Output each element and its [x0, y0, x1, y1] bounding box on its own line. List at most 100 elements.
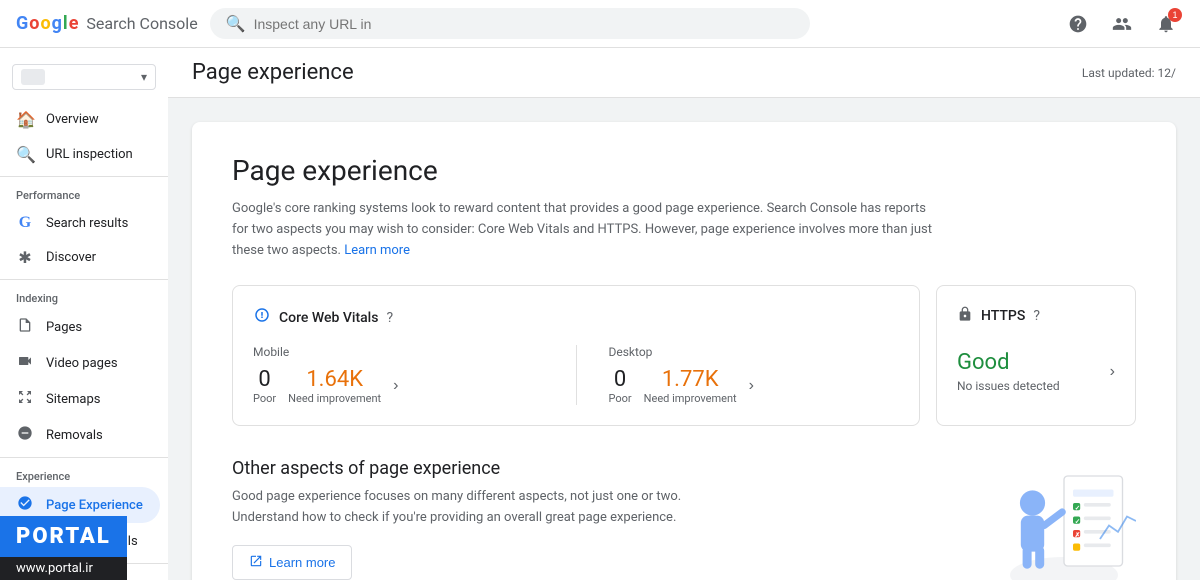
- cwv-icon: [253, 306, 271, 329]
- property-color-icon: [21, 69, 45, 85]
- desktop-values: 0 Poor 1.77K Need improvement ›: [609, 367, 900, 405]
- search-input[interactable]: [254, 16, 794, 32]
- logo-area: Google Search Console: [16, 13, 198, 34]
- mobile-metric: Mobile 0 Poor 1.64K Need improvement: [253, 345, 544, 405]
- sparkle-icon: ✱: [16, 248, 34, 267]
- main-card-description: Google's core ranking systems look to re…: [232, 199, 932, 261]
- other-learn-more-button[interactable]: Learn more: [232, 545, 352, 580]
- https-card: HTTPS ? Good No issues detected ›: [936, 285, 1136, 426]
- sidebar-label-search-results: Search results: [46, 216, 128, 231]
- external-link-icon: [249, 554, 263, 571]
- sidebar-item-discover[interactable]: ✱ Discover: [0, 240, 160, 275]
- https-arrow-button[interactable]: ›: [1110, 363, 1115, 381]
- topbar-actions: 1: [1060, 6, 1184, 42]
- desktop-poor-val: 0 Poor: [609, 367, 632, 405]
- sidebar-item-search-results[interactable]: G Search results: [0, 206, 160, 240]
- sidebar-item-sitemaps[interactable]: Sitemaps: [0, 381, 160, 417]
- property-selector[interactable]: ▾: [12, 64, 156, 90]
- search-bar[interactable]: 🔍: [210, 8, 810, 39]
- cwv-card-header: Core Web Vitals ?: [253, 306, 899, 329]
- profile-button[interactable]: [1104, 6, 1140, 42]
- desktop-need-tag: Need improvement: [644, 392, 737, 405]
- sidebar-divider-1: [0, 176, 168, 177]
- sidebar-label-removals: Removals: [46, 428, 103, 443]
- https-status-row: Good No issues detected ›: [957, 350, 1115, 393]
- page-experience-icon: [16, 495, 34, 515]
- cwv-title: Core Web Vitals: [279, 310, 378, 326]
- removals-icon: [16, 425, 34, 445]
- home-icon: 🏠: [16, 110, 34, 129]
- content-body: Page experience Google's core ranking sy…: [168, 98, 1200, 580]
- main-card-desc-text: Google's core ranking systems look to re…: [232, 201, 932, 258]
- desktop-arrow-button[interactable]: ›: [749, 377, 754, 395]
- sidebar-divider-2: [0, 279, 168, 280]
- https-title: HTTPS: [981, 308, 1025, 324]
- portal-badge: PORTAL: [0, 516, 127, 557]
- sidebar-item-overview[interactable]: 🏠 Overview: [0, 102, 160, 137]
- google-logo: Google: [16, 13, 78, 34]
- notification-badge: 1: [1168, 8, 1182, 22]
- main-card: Page experience Google's core ranking sy…: [192, 122, 1176, 580]
- sidebar-item-url-inspection[interactable]: 🔍 URL inspection: [0, 137, 160, 172]
- sidebar-item-pages[interactable]: Pages: [0, 309, 160, 345]
- https-no-issues: No issues detected: [957, 379, 1060, 393]
- sidebar-label-overview: Overview: [46, 112, 99, 127]
- section-label-experience-text: Experience: [16, 470, 70, 483]
- https-status-info: Good No issues detected: [957, 350, 1060, 393]
- mobile-arrow-button[interactable]: ›: [393, 377, 398, 395]
- svg-text:✓: ✓: [1075, 518, 1080, 526]
- section-label-performance: Performance: [0, 181, 168, 206]
- last-updated: Last updated: 12/: [1082, 66, 1176, 80]
- sidebar-item-removals[interactable]: Removals: [0, 417, 160, 453]
- main-layout: ▾ 🏠 Overview 🔍 URL inspection Performanc…: [0, 48, 1200, 580]
- video-icon: [16, 353, 34, 373]
- google-g-icon: G: [16, 214, 34, 232]
- sidebar-label-pages: Pages: [46, 320, 82, 335]
- portal-overlay: PORTAL www.portal.ir: [0, 516, 127, 580]
- sidebar-label-discover: Discover: [46, 250, 96, 265]
- topbar: Google Search Console 🔍 1: [0, 0, 1200, 48]
- help-icon: [1068, 14, 1088, 34]
- learn-more-btn-label: Learn more: [269, 555, 335, 570]
- app-title: Search Console: [86, 14, 197, 33]
- main-card-title: Page experience: [232, 154, 1136, 187]
- other-aspects-section: Other aspects of page experience Good pa…: [232, 458, 1136, 580]
- sidebar-item-video-pages[interactable]: Video pages: [0, 345, 160, 381]
- content-header: Page experience Last updated: 12/: [168, 48, 1200, 98]
- learn-more-link[interactable]: Learn more: [344, 243, 410, 258]
- cards-row: Core Web Vitals ? Mobile 0 Poor: [232, 285, 1136, 426]
- chevron-down-icon: ▾: [141, 70, 147, 84]
- section-label-performance-text: Performance: [16, 189, 80, 202]
- illustration-svg: ✓ ✓ ✗: [956, 458, 1136, 580]
- notification-button[interactable]: 1: [1148, 6, 1184, 42]
- mobile-need-tag: Need improvement: [288, 392, 381, 405]
- desktop-label: Desktop: [609, 345, 900, 359]
- help-button[interactable]: [1060, 6, 1096, 42]
- portal-url: www.portal.ir: [0, 557, 127, 580]
- https-help-icon[interactable]: ?: [1033, 308, 1040, 324]
- mobile-label: Mobile: [253, 345, 544, 359]
- svg-text:✗: ✗: [1075, 532, 1080, 540]
- sidebar-divider-3: [0, 457, 168, 458]
- sidebar-label-sitemaps: Sitemaps: [46, 392, 101, 407]
- other-description: Good page experience focuses on many dif…: [232, 487, 732, 529]
- sidebar-label-video-pages: Video pages: [46, 356, 118, 371]
- section-label-indexing-text: Indexing: [16, 292, 58, 305]
- https-good-text: Good: [957, 350, 1060, 375]
- search-icon: 🔍: [226, 14, 246, 33]
- mobile-need-num: 1.64K: [306, 367, 363, 392]
- sidebar-label-url-inspection: URL inspection: [46, 147, 133, 162]
- metrics-row: Mobile 0 Poor 1.64K Need improvement: [253, 345, 899, 405]
- mobile-poor-tag: Poor: [253, 392, 276, 405]
- page-title: Page experience: [192, 60, 354, 85]
- https-header: HTTPS ?: [957, 306, 1115, 326]
- sitemaps-icon: [16, 389, 34, 409]
- mobile-values: 0 Poor 1.64K Need improvement ›: [253, 367, 544, 405]
- mobile-poor-val: 0 Poor: [253, 367, 276, 405]
- lock-icon: [957, 306, 973, 326]
- desktop-poor-tag: Poor: [609, 392, 632, 405]
- people-icon: [1112, 14, 1132, 34]
- sidebar-label-page-experience: Page Experience: [46, 498, 143, 513]
- cwv-help-icon[interactable]: ?: [386, 310, 393, 326]
- desktop-metric: Desktop 0 Poor 1.77K Need improvement: [609, 345, 900, 405]
